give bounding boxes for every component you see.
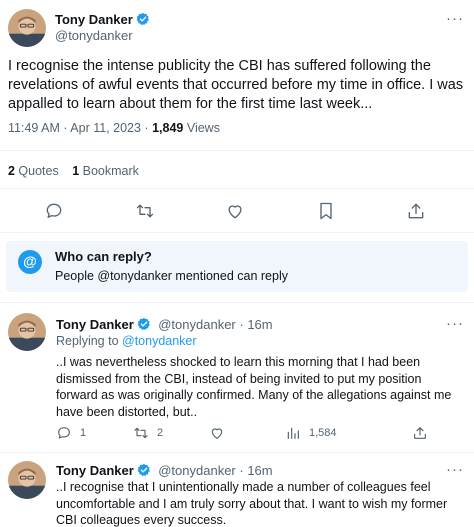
share-icon[interactable] (406, 201, 426, 221)
retweet-icon[interactable] (135, 201, 155, 221)
reply-author-handle[interactable]: @tonydanker (158, 463, 236, 478)
author-name-row[interactable]: Tony Danker (55, 11, 150, 29)
author-name[interactable]: Tony Danker (55, 12, 133, 27)
reply-share-action[interactable] (412, 425, 436, 441)
more-options-icon[interactable]: ··· (446, 315, 464, 332)
divider (0, 232, 474, 233)
reply-time[interactable]: · 16m (236, 317, 272, 332)
more-options-icon[interactable]: ··· (446, 461, 464, 478)
bookmarks-stat: 1 Bookmark (72, 164, 139, 178)
verified-badge-icon (137, 317, 151, 331)
tweet-meta: 11:49 AM · Apr 11, 2023 · 1,849 Views (8, 121, 220, 135)
author-avatar[interactable] (8, 9, 46, 47)
divider (0, 150, 474, 151)
reply-text: ..I was nevertheless shocked to learn th… (56, 355, 452, 419)
reply-settings-title: Who can reply? (55, 249, 152, 264)
reply-count: 1 (80, 427, 87, 439)
author-handle[interactable]: @tonydanker (55, 28, 133, 43)
reply-author-avatar[interactable] (8, 461, 46, 499)
tweet-timestamp[interactable]: 11:49 AM · Apr 11, 2023 · (8, 121, 152, 135)
share-icon (414, 427, 426, 439)
quotes-stat[interactable]: 2 Quotes (8, 164, 59, 178)
reply-text: ..I recognise that I unintentionally mad… (56, 480, 448, 527)
replying-to-link[interactable]: @tonydanker (122, 334, 197, 348)
reply-retweet-action[interactable]: 2 (133, 425, 163, 441)
reply-settings-banner: @ Who can reply? People @tonydanker ment… (6, 241, 468, 292)
mention-icon: @ (18, 250, 42, 274)
comment-icon[interactable] (44, 201, 64, 221)
replying-to: Replying to @tonydanker (56, 334, 197, 348)
reply-time[interactable]: · 16m (236, 463, 272, 478)
tweet-stats: 2 Quotes 1 Bookmark (8, 164, 149, 178)
retweet-count: 2 (157, 427, 164, 439)
views-label: Views (183, 121, 220, 135)
reply-author-avatar[interactable] (8, 313, 46, 351)
tweet-text: I recognise the intense publicity the CB… (8, 58, 464, 112)
reply-like-action[interactable] (209, 425, 233, 441)
reply-author-name[interactable]: Tony Danker (56, 317, 134, 332)
bookmark-icon[interactable] (316, 201, 336, 221)
reply-views-action[interactable]: 1,584 (285, 425, 337, 441)
like-icon (211, 428, 223, 439)
verified-badge-icon (137, 463, 151, 477)
reply-author-handle[interactable]: @tonydanker (158, 317, 236, 332)
reply-comment-action[interactable]: 1 (56, 425, 86, 441)
divider (0, 302, 474, 303)
views-count: 1,584 (309, 427, 337, 439)
reply-header: Tony Danker @tonydanker · 16m (56, 462, 273, 480)
more-options-icon[interactable]: ··· (446, 10, 464, 27)
views-count: 1,849 (152, 121, 184, 135)
divider (0, 452, 474, 453)
verified-badge-icon (136, 12, 150, 26)
retweet-icon (134, 427, 148, 439)
views-icon (287, 427, 299, 439)
reply-author-name[interactable]: Tony Danker (56, 463, 134, 478)
reply-header: Tony Danker @tonydanker · 16m (56, 316, 273, 334)
reply-settings-subtitle: People @tonydanker mentioned can reply (55, 269, 288, 283)
like-icon[interactable] (225, 201, 245, 221)
comment-icon (58, 427, 70, 439)
divider (0, 188, 474, 189)
